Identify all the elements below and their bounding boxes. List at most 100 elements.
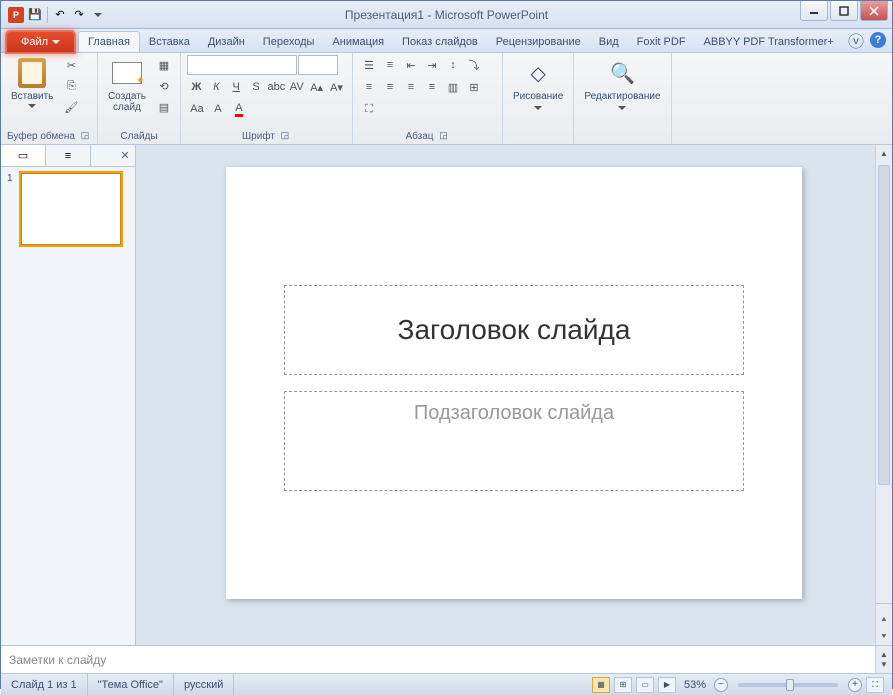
- italic-icon[interactable]: К: [207, 77, 226, 97]
- undo-icon[interactable]: ↶: [51, 6, 69, 24]
- group-slides-label: Слайды: [120, 131, 157, 142]
- section-icon[interactable]: ▤: [154, 97, 174, 117]
- justify-icon[interactable]: ≡: [422, 77, 442, 97]
- group-font-label: Шрифт: [242, 131, 275, 142]
- qat-dropdown-icon[interactable]: [89, 6, 107, 24]
- font-dialog-launcher[interactable]: ◲: [279, 130, 291, 142]
- maximize-button[interactable]: [830, 1, 858, 21]
- vertical-scrollbar[interactable]: ▲ ⯅ ⯆: [875, 145, 892, 645]
- app-icon[interactable]: P: [7, 6, 25, 24]
- redo-icon[interactable]: ↷: [70, 6, 88, 24]
- slide-panel: ▭ ≡ ✕ 1: [1, 145, 136, 645]
- sorter-view-icon[interactable]: ⊞: [614, 677, 632, 693]
- zoom-in-icon[interactable]: +: [848, 678, 862, 692]
- underline-icon[interactable]: Ч: [227, 77, 246, 97]
- align-center-icon[interactable]: ≡: [380, 77, 400, 97]
- thumbnails-tab[interactable]: ▭: [1, 145, 46, 166]
- notes-scroll-down-icon[interactable]: ▼: [876, 656, 892, 673]
- notes-splitter[interactable]: [1, 643, 892, 646]
- copy-icon[interactable]: ⎘: [61, 76, 81, 96]
- scroll-split[interactable]: [876, 603, 892, 611]
- grow-font-icon[interactable]: A▴: [307, 77, 326, 97]
- tab-file[interactable]: Файл: [7, 32, 74, 52]
- cut-icon[interactable]: ✂: [61, 55, 81, 75]
- notes-placeholder: Заметки к слайду: [9, 653, 106, 667]
- tab-animations[interactable]: Анимация: [323, 32, 393, 52]
- close-button[interactable]: [860, 1, 888, 21]
- zoom-out-icon[interactable]: −: [714, 678, 728, 692]
- status-slide-info[interactable]: Слайд 1 из 1: [1, 674, 88, 695]
- shapes-icon: ◇: [522, 57, 554, 89]
- strike-icon[interactable]: S: [247, 77, 266, 97]
- editing-button[interactable]: 🔍 Редактирование: [580, 55, 664, 116]
- thumbnail-item[interactable]: 1: [7, 173, 129, 245]
- fit-to-window-icon[interactable]: ⛶: [866, 677, 884, 693]
- tab-view[interactable]: Вид: [590, 32, 628, 52]
- status-theme[interactable]: "Тема Office": [88, 674, 174, 695]
- prev-slide-icon[interactable]: ⯅: [876, 611, 892, 628]
- format-painter-icon[interactable]: 🖌: [61, 97, 81, 117]
- ribbon-minimize-icon[interactable]: ⓥ: [848, 28, 864, 52]
- ribbon-tabstrip: Файл Главная Вставка Дизайн Переходы Ани…: [1, 29, 892, 53]
- subtitle-placeholder[interactable]: Подзаголовок слайда: [284, 391, 744, 491]
- minimize-button[interactable]: [800, 1, 828, 21]
- tab-home[interactable]: Главная: [78, 31, 140, 52]
- group-drawing: ◇ Рисование: [503, 53, 574, 144]
- status-language[interactable]: русский: [174, 674, 234, 695]
- new-slide-button[interactable]: Создать слайд: [104, 55, 150, 115]
- notes-pane[interactable]: Заметки к слайду ▲ ▼: [1, 645, 892, 673]
- text-direction-icon[interactable]: ⤵: [464, 55, 484, 75]
- numbering-icon[interactable]: ≡: [380, 55, 400, 75]
- slide-thumbnail[interactable]: [21, 173, 121, 245]
- drawing-button[interactable]: ◇ Рисование: [509, 55, 567, 116]
- title-placeholder[interactable]: Заголовок слайда: [284, 285, 744, 375]
- tab-transitions[interactable]: Переходы: [254, 32, 324, 52]
- paste-button[interactable]: Вставить: [7, 55, 57, 114]
- clear-format-icon[interactable]: Aa: [187, 99, 207, 119]
- bullets-icon[interactable]: ☰: [359, 55, 379, 75]
- layout-icon[interactable]: ▦: [154, 55, 174, 75]
- align-text-icon[interactable]: ⊞: [464, 77, 484, 97]
- char-spacing-icon[interactable]: AV: [287, 77, 306, 97]
- tab-slideshow[interactable]: Показ слайдов: [393, 32, 487, 52]
- align-right-icon[interactable]: ≡: [401, 77, 421, 97]
- group-paragraph-label: Абзац: [405, 131, 433, 142]
- zoom-slider[interactable]: [738, 683, 838, 687]
- clipboard-dialog-launcher[interactable]: ◲: [79, 130, 91, 142]
- change-case-icon[interactable]: A: [208, 99, 228, 119]
- help-icon[interactable]: ?: [870, 32, 886, 48]
- slideshow-view-icon[interactable]: ▶: [658, 677, 676, 693]
- save-icon[interactable]: 💾: [26, 6, 44, 24]
- reset-icon[interactable]: ⟲: [154, 76, 174, 96]
- group-editing: 🔍 Редактирование: [574, 53, 671, 144]
- align-left-icon[interactable]: ≡: [359, 77, 379, 97]
- font-color-icon[interactable]: A: [229, 99, 249, 119]
- slide-number: 1: [7, 173, 17, 245]
- panel-close-icon[interactable]: ✕: [115, 145, 135, 166]
- font-name-combo[interactable]: [187, 55, 297, 75]
- slide-editor[interactable]: Заголовок слайда Подзаголовок слайда ▲ ⯅…: [136, 145, 892, 645]
- decrease-indent-icon[interactable]: ⇤: [401, 55, 421, 75]
- tab-insert[interactable]: Вставка: [140, 32, 199, 52]
- normal-view-icon[interactable]: ▦: [592, 677, 610, 693]
- tab-review[interactable]: Рецензирование: [487, 32, 590, 52]
- tab-abbyy[interactable]: ABBYY PDF Transformer+: [695, 32, 843, 52]
- font-size-combo[interactable]: [298, 55, 338, 75]
- paragraph-dialog-launcher[interactable]: ◲: [438, 130, 450, 142]
- shadow-icon[interactable]: abc: [267, 77, 287, 97]
- bold-icon[interactable]: Ж: [187, 77, 206, 97]
- outline-tab[interactable]: ≡: [46, 145, 91, 166]
- scroll-up-icon[interactable]: ▲: [876, 145, 892, 162]
- scroll-thumb[interactable]: [878, 165, 890, 485]
- tab-foxit-pdf[interactable]: Foxit PDF: [628, 32, 695, 52]
- shrink-font-icon[interactable]: A▾: [327, 77, 346, 97]
- reading-view-icon[interactable]: ▭: [636, 677, 654, 693]
- notes-scrollbar[interactable]: ▲ ▼: [875, 646, 892, 673]
- slide-canvas[interactable]: Заголовок слайда Подзаголовок слайда: [226, 167, 802, 599]
- line-spacing-icon[interactable]: ↕: [443, 55, 463, 75]
- increase-indent-icon[interactable]: ⇥: [422, 55, 442, 75]
- clipboard-icon: [18, 58, 46, 88]
- tab-design[interactable]: Дизайн: [199, 32, 254, 52]
- columns-icon[interactable]: ▥: [443, 77, 463, 97]
- smartart-icon[interactable]: ⛶: [359, 99, 379, 119]
